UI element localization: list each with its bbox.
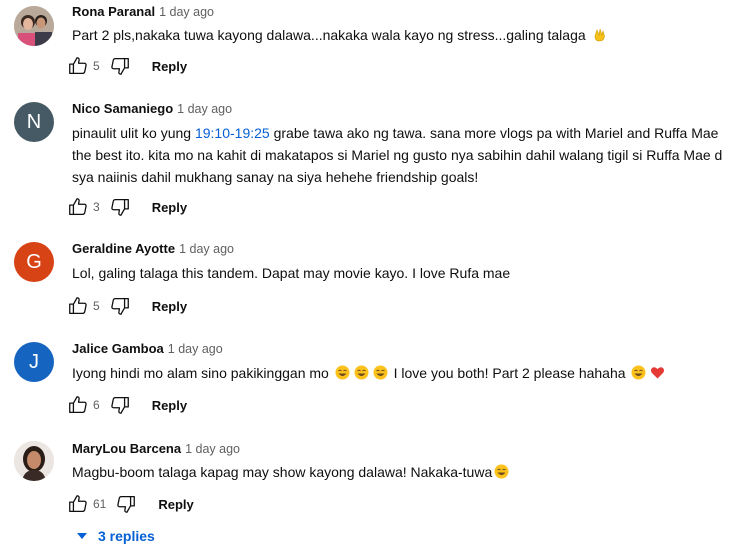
thumbs-up-icon	[69, 198, 87, 215]
avatar[interactable]	[14, 441, 54, 481]
thumbs-down-icon	[117, 496, 136, 513]
comment-time[interactable]: 1 day ago	[168, 342, 223, 356]
comment-header: Nico Samaniego 1 day ago	[72, 101, 232, 116]
like-button[interactable]	[66, 492, 90, 516]
avatar-photo-icon	[14, 6, 54, 46]
comment-actions: 6 Reply	[66, 393, 187, 417]
comment-text-part-1: Iyong hindi mo alam sino pakikinggan mo	[72, 365, 329, 381]
laughing-face-icon	[373, 365, 388, 380]
reply-button[interactable]: Reply	[152, 200, 187, 215]
thumbs-down-icon	[110, 397, 129, 414]
comment-text: Iyong hindi mo alam sino pakikinggan mo …	[72, 362, 732, 384]
avatar[interactable]	[14, 6, 54, 46]
like-button[interactable]	[66, 195, 90, 219]
laughing-face-icon	[631, 365, 646, 380]
comment-text: Part 2 pls,nakaka tuwa kayong dalawa...n…	[72, 24, 732, 46]
dislike-button[interactable]	[108, 294, 132, 318]
comment-author[interactable]: Rona Paranal	[72, 4, 155, 19]
comment-header: Geraldine Ayotte 1 day ago	[72, 241, 234, 256]
reply-button[interactable]: Reply	[152, 59, 187, 74]
dislike-button[interactable]	[108, 195, 132, 219]
reply-button[interactable]: Reply	[152, 398, 187, 413]
caret-down-icon	[76, 532, 88, 540]
thumbs-down-icon	[110, 298, 129, 315]
avatar[interactable]: G	[14, 242, 54, 282]
dislike-button[interactable]	[108, 393, 132, 417]
comment-text: Magbu-boom talaga kapag may show kayong …	[72, 461, 732, 483]
avatar[interactable]: N	[14, 102, 54, 142]
laughing-face-icon	[335, 365, 350, 380]
comment-actions: 5 Reply	[66, 294, 187, 318]
like-count: 5	[93, 299, 100, 313]
replies-count-label: 3 replies	[98, 528, 155, 544]
timestamp-link[interactable]: 19:10-19:25	[195, 125, 270, 141]
avatar-photo-icon	[14, 441, 54, 481]
avatar-letter: G	[26, 250, 42, 273]
comment-text-body: Part 2 pls,nakaka tuwa kayong dalawa...n…	[72, 27, 586, 43]
thumbs-down-icon	[110, 199, 129, 216]
like-count: 3	[93, 200, 100, 214]
like-button[interactable]	[66, 294, 90, 318]
avatar-letter: N	[26, 110, 42, 133]
like-count: 6	[93, 398, 100, 412]
comment-author[interactable]: Nico Samaniego	[72, 101, 173, 116]
avatar-letter: J	[29, 350, 39, 373]
thumbs-up-icon	[69, 495, 87, 512]
comment-text-body: Magbu-boom talaga kapag may show kayong …	[72, 464, 493, 480]
comment-actions: 3 Reply	[66, 195, 187, 219]
comment-author[interactable]: MaryLou Barcena	[72, 441, 181, 456]
laughing-face-icon	[494, 464, 509, 479]
dislike-button[interactable]	[114, 492, 138, 516]
comment-text: pinaulit ulit ko yung 19:10-19:25 grabe …	[72, 122, 732, 188]
comment-header: Jalice Gamboa 1 day ago	[72, 341, 223, 356]
reply-button[interactable]: Reply	[152, 299, 187, 314]
like-button[interactable]	[66, 54, 90, 78]
like-count: 61	[93, 497, 107, 511]
comment-actions: 5 Reply	[66, 54, 187, 78]
comment-text: Lol, galing talaga this tandem. Dapat ma…	[72, 265, 511, 281]
view-replies-button[interactable]: 3 replies	[76, 528, 155, 544]
comment-header: Rona Paranal 1 day ago	[72, 4, 214, 19]
comment-time[interactable]: 1 day ago	[159, 5, 214, 19]
thumbs-up-icon	[69, 396, 87, 413]
comment-text-before: pinaulit ulit ko yung	[72, 125, 195, 141]
comment-author[interactable]: Geraldine Ayotte	[72, 241, 175, 256]
comment-time[interactable]: 1 day ago	[177, 102, 232, 116]
clapping-hand-icon	[594, 28, 605, 42]
reply-button[interactable]: Reply	[158, 497, 193, 512]
comment-time[interactable]: 1 day ago	[179, 242, 234, 256]
like-count: 5	[93, 59, 100, 73]
comment-author[interactable]: Jalice Gamboa	[72, 341, 164, 356]
laughing-face-icon	[354, 365, 369, 380]
thumbs-up-icon	[69, 57, 87, 74]
comment-actions: 61 Reply	[66, 492, 194, 516]
comment-text-part-2: I love you both! Part 2 please hahaha	[389, 365, 626, 381]
avatar[interactable]: J	[14, 342, 54, 382]
thumbs-up-icon	[69, 297, 87, 314]
dislike-button[interactable]	[108, 54, 132, 78]
comment-time[interactable]: 1 day ago	[185, 442, 240, 456]
like-button[interactable]	[66, 393, 90, 417]
red-heart-icon	[651, 367, 665, 379]
comment-header: MaryLou Barcena 1 day ago	[72, 441, 240, 456]
thumbs-down-icon	[110, 58, 129, 75]
